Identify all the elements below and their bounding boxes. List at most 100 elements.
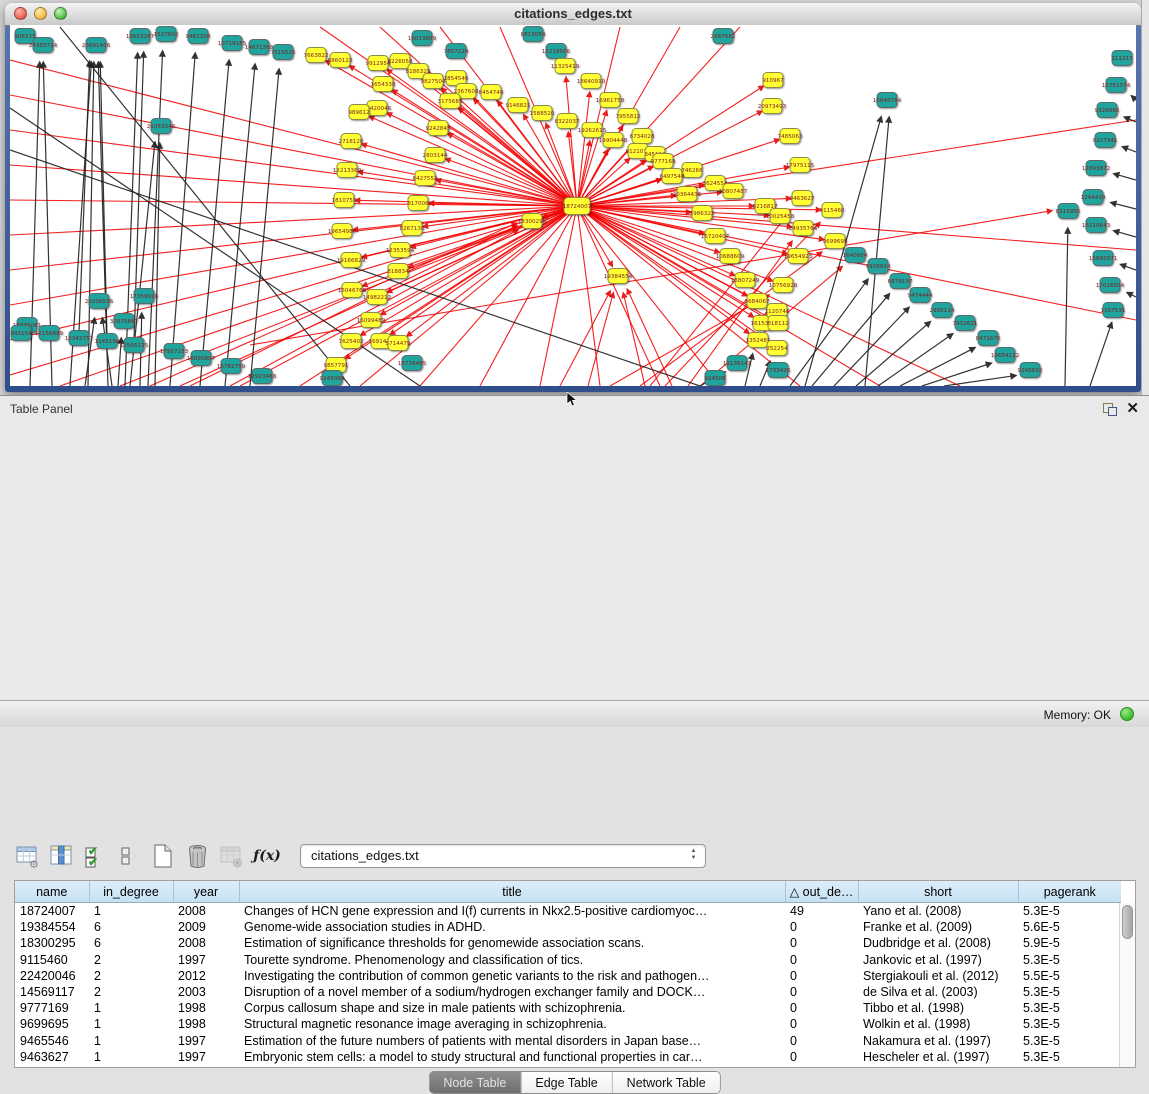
table-cell[interactable]: 2003 — [173, 984, 239, 1000]
table-cell[interactable]: 9465546 — [15, 1033, 89, 1049]
table-cell[interactable]: 49 — [785, 903, 858, 920]
graph-edge[interactable] — [588, 293, 613, 386]
table-cell[interactable]: Investigating the contribution of common… — [239, 968, 785, 984]
table-cell[interactable]: 5.5E-5 — [1018, 968, 1121, 984]
graph-edge[interactable] — [944, 375, 1016, 386]
table-cell[interactable]: 0 — [785, 919, 858, 935]
column-header-in_degree[interactable]: in_degree — [89, 881, 173, 903]
table-cell[interactable]: Changes of HCN gene expression and I(f) … — [239, 903, 785, 920]
table-cell[interactable]: Embryonic stem cells: a model to study s… — [239, 1049, 785, 1065]
table-row[interactable]: 969969511998Structural magnetic resonanc… — [15, 1016, 1121, 1032]
graph-edge[interactable] — [10, 95, 577, 206]
table-cell[interactable]: 2009 — [173, 919, 239, 935]
column-header-short[interactable]: short — [858, 881, 1018, 903]
table-cell[interactable]: 1 — [89, 903, 173, 920]
table-cell[interactable]: 0 — [785, 1016, 858, 1032]
table-cell[interactable]: 5.3E-5 — [1018, 984, 1121, 1000]
table-cell[interactable]: Corpus callosum shape and size in male p… — [239, 1000, 785, 1016]
table-cell[interactable]: Yano et al. (2008) — [858, 903, 1018, 920]
graph-edge[interactable] — [1090, 322, 1112, 386]
table-cell[interactable]: 5.3E-5 — [1018, 1049, 1121, 1065]
table-cell[interactable]: 9115460 — [15, 952, 89, 968]
table-cell[interactable]: 0 — [785, 1049, 858, 1065]
table-cell[interactable]: 1998 — [173, 1000, 239, 1016]
select-column-button[interactable] — [48, 842, 76, 870]
table-cell[interactable]: Franke et al. (2009) — [858, 919, 1018, 935]
table-cell[interactable]: 5.3E-5 — [1018, 903, 1121, 920]
table-cell[interactable]: 5.3E-5 — [1018, 1016, 1121, 1032]
network-window[interactable]: citations_edges.txt 90551324355724206914… — [5, 3, 1141, 392]
table-cell[interactable]: Structural magnetic resonance image aver… — [239, 1016, 785, 1032]
table-scrollbar[interactable] — [1119, 903, 1135, 1067]
tab-edge-table[interactable]: Edge Table — [520, 1072, 611, 1093]
table-cell[interactable]: 1 — [89, 1016, 173, 1032]
table-row[interactable]: 1938455462009Genome-wide association stu… — [15, 919, 1121, 935]
table-cell[interactable]: 19384554 — [15, 919, 89, 935]
graph-edge[interactable] — [1114, 231, 1136, 237]
table-cell[interactable]: 1997 — [173, 1049, 239, 1065]
graph-edge[interactable] — [448, 133, 577, 206]
table-cell[interactable]: de Silva et al. (2003) — [858, 984, 1018, 1000]
table-cell[interactable]: 5.6E-5 — [1018, 919, 1121, 935]
graph-edge[interactable] — [865, 117, 889, 386]
table-cell[interactable]: 18300295 — [15, 935, 89, 951]
table-cell[interactable]: Dudbridge et al. (2008) — [858, 935, 1018, 951]
citation-network-graph[interactable]: 9055132435572420691406106532871527602946… — [10, 25, 1136, 386]
table-cell[interactable]: Hescheler et al. (1997) — [858, 1049, 1018, 1065]
table-cell[interactable]: Wolkin et al. (1998) — [858, 1016, 1018, 1032]
table-cell[interactable]: Nakamura et al. (1997) — [858, 1033, 1018, 1049]
function-builder-button[interactable]: ƒ(x) — [252, 842, 282, 870]
table-cell[interactable]: 9699695 — [15, 1016, 89, 1032]
table-cell[interactable]: Tibbo et al. (1998) — [858, 1000, 1018, 1016]
zoom-window-button[interactable] — [54, 7, 67, 20]
table-cell[interactable]: 2008 — [173, 903, 239, 920]
table-cell[interactable]: Estimation of significance thresholds fo… — [239, 935, 785, 951]
graph-edge[interactable] — [1122, 147, 1136, 152]
table-cell[interactable]: 0 — [785, 984, 858, 1000]
table-cell[interactable]: Estimation of the future numbers of pati… — [239, 1033, 785, 1049]
table-cell[interactable]: Jankovic et al. (1997) — [858, 952, 1018, 968]
graph-edge[interactable] — [148, 51, 163, 386]
table-row[interactable]: 911546021997Tourette syndrome. Phenomeno… — [15, 952, 1121, 968]
table-cell[interactable]: 9777169 — [15, 1000, 89, 1016]
table-cell[interactable]: 5.3E-5 — [1018, 1033, 1121, 1049]
column-header-name[interactable]: name — [15, 881, 89, 903]
table-row[interactable]: 1456911722003Disruption of a novel membe… — [15, 984, 1121, 1000]
close-window-button[interactable] — [14, 7, 27, 20]
graph-edge[interactable] — [577, 27, 620, 206]
graph-edge[interactable] — [566, 77, 577, 206]
table-cell[interactable]: 0 — [785, 1000, 858, 1016]
table-cell[interactable]: 0 — [785, 952, 858, 968]
table-cell[interactable]: 2012 — [173, 968, 239, 984]
graph-edge[interactable] — [230, 230, 518, 386]
graph-edge[interactable] — [805, 117, 881, 386]
table-cell[interactable]: 18724007 — [15, 903, 89, 920]
graph-edge[interactable] — [30, 62, 40, 386]
table-row[interactable]: 946554611997Estimation of the future num… — [15, 1033, 1121, 1049]
graph-edge[interactable] — [250, 69, 279, 386]
table-cell[interactable]: Genome-wide association studies in ADHD. — [239, 919, 785, 935]
network-window-titlebar[interactable]: citations_edges.txt — [5, 3, 1141, 26]
column-header-title[interactable]: title — [239, 881, 785, 903]
graph-edge[interactable] — [1127, 292, 1136, 297]
new-document-button[interactable] — [150, 842, 178, 870]
graph-edge[interactable] — [1111, 202, 1136, 209]
tab-node-table[interactable]: Node Table — [429, 1072, 520, 1093]
close-panel-icon[interactable]: ✕ — [1126, 399, 1139, 417]
graph-edge[interactable] — [577, 206, 600, 386]
table-cell[interactable]: 0 — [785, 1033, 858, 1049]
checklist-button[interactable]: ✔✔ — [82, 842, 110, 870]
table-cell[interactable]: 5.3E-5 — [1018, 952, 1121, 968]
table-row[interactable]: 946362711997Embryonic stem cells: a mode… — [15, 1049, 1121, 1065]
graph-edge[interactable] — [922, 363, 992, 386]
column-header-pagerank[interactable]: pagerank — [1018, 881, 1121, 903]
column-header-out_de[interactable]: △ out_de… — [785, 881, 858, 903]
table-cell[interactable]: 5.9E-5 — [1018, 935, 1121, 951]
table-row[interactable]: 977716911998Corpus callosum shape and si… — [15, 1000, 1121, 1016]
table-cell[interactable]: 1997 — [173, 952, 239, 968]
table-cell[interactable]: 6 — [89, 935, 173, 951]
table-cell[interactable]: 9463627 — [15, 1049, 89, 1065]
table-cell[interactable]: 14569117 — [15, 984, 89, 1000]
graph-edge[interactable] — [1114, 174, 1136, 180]
table-cell[interactable]: Tourette syndrome. Phenomenology and cla… — [239, 952, 785, 968]
